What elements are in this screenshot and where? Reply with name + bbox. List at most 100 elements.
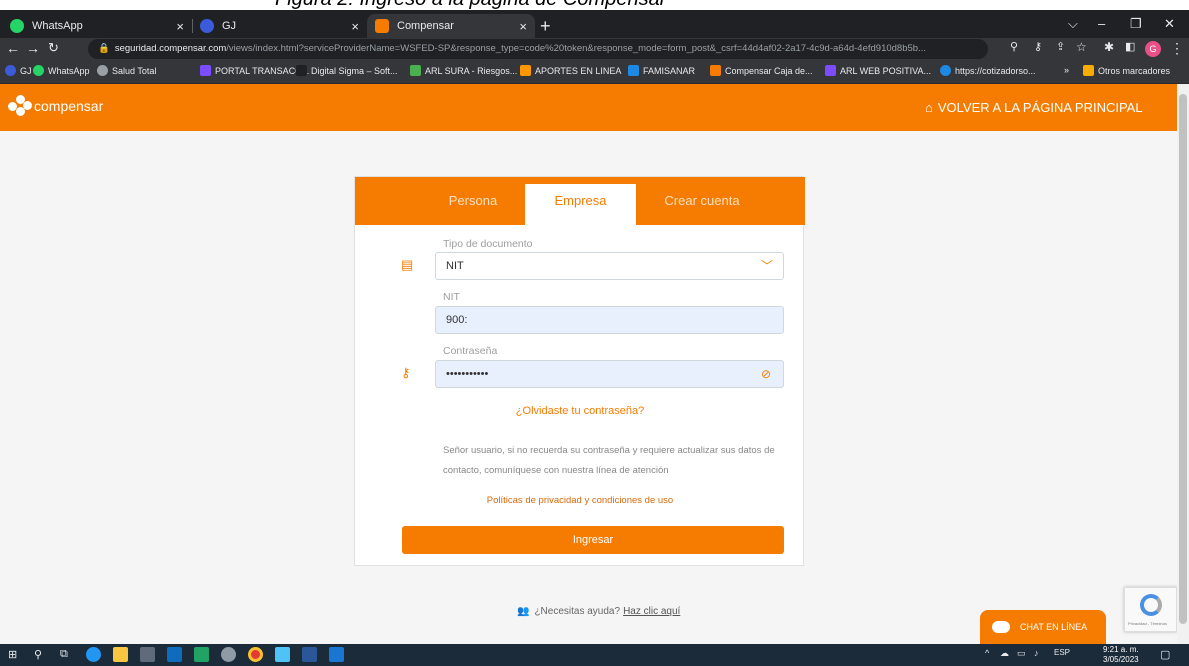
tab-crear-cuenta[interactable]: Crear cuenta bbox=[647, 184, 757, 225]
close-icon[interactable]: × bbox=[519, 19, 527, 34]
tray-arrow-icon[interactable]: ^ bbox=[985, 648, 989, 658]
tab-empresa[interactable]: Empresa bbox=[525, 184, 636, 225]
recaptcha-text: Privacidad - Términos bbox=[1128, 621, 1167, 626]
notifications-icon[interactable]: ▢ bbox=[1160, 648, 1170, 661]
nit-label: NIT bbox=[443, 291, 460, 303]
password-input[interactable]: ••••••••••• ⊘ bbox=[435, 360, 784, 388]
share-icon[interactable]: ⇪ bbox=[1056, 40, 1065, 53]
whatsapp-icon bbox=[10, 19, 24, 33]
bookmark-item[interactable]: Salud Total bbox=[97, 65, 156, 76]
tab-compensar[interactable]: Compensar × bbox=[367, 14, 535, 38]
logo-text: compensar bbox=[34, 98, 104, 114]
task-view-icon[interactable]: ⧉ bbox=[60, 648, 68, 661]
minimize-button[interactable]: – bbox=[1098, 16, 1105, 31]
app-icon[interactable] bbox=[275, 647, 290, 662]
menu-icon[interactable]: ⋮ bbox=[1170, 40, 1184, 57]
word-icon[interactable] bbox=[302, 647, 317, 662]
nit-value: 900: bbox=[446, 314, 468, 326]
recaptcha-icon bbox=[1140, 594, 1162, 616]
bookmarks-overflow-button[interactable]: » bbox=[1064, 65, 1069, 75]
tab-title: GJ bbox=[222, 20, 237, 32]
windows-start-icon[interactable]: ⊞ bbox=[8, 648, 17, 661]
chevron-down-icon[interactable]: ⌵ bbox=[1068, 16, 1078, 32]
sidepanel-icon[interactable]: ◧ bbox=[1125, 40, 1135, 53]
new-tab-button[interactable]: + bbox=[540, 16, 551, 37]
logo-dots-icon bbox=[8, 95, 32, 117]
bookmark-item[interactable]: Digital Sigma – Soft... bbox=[296, 65, 398, 76]
url-input[interactable]: 🔒 seguridad.compensar.com/views/index.htm… bbox=[88, 39, 988, 59]
bookmark-item[interactable]: Compensar Caja de... bbox=[710, 65, 813, 76]
figure-caption: Figura 2: Ingreso a la página de Compens… bbox=[0, 0, 1189, 10]
page-scrollbar[interactable] bbox=[1177, 84, 1189, 644]
bookmark-item[interactable]: WhatsApp bbox=[33, 65, 90, 76]
tab-title: WhatsApp bbox=[32, 20, 83, 32]
close-icon[interactable]: × bbox=[176, 19, 184, 34]
bookmark-item[interactable]: APORTES EN LINEA bbox=[520, 65, 621, 76]
positiva-icon bbox=[825, 65, 836, 76]
restore-button[interactable]: ❐ bbox=[1130, 16, 1142, 32]
help-link[interactable]: Haz clic aquí bbox=[623, 606, 680, 617]
home-link-label: VOLVER A LA PÁGINA PRINCIPAL bbox=[937, 100, 1143, 115]
close-window-button[interactable]: ✕ bbox=[1164, 16, 1175, 32]
tab-title: Compensar bbox=[397, 20, 454, 32]
password-label: Contraseña bbox=[443, 345, 498, 357]
bookmark-item[interactable]: PORTAL TRANSACC... bbox=[200, 65, 309, 76]
chat-button[interactable]: CHAT EN LÍNEA bbox=[980, 610, 1106, 644]
privacy-link[interactable]: Políticas de privacidad y condiciones de… bbox=[355, 495, 805, 506]
chat-label: CHAT EN LÍNEA bbox=[1020, 622, 1088, 632]
close-icon[interactable]: × bbox=[351, 19, 359, 34]
search-icon[interactable]: ⚲ bbox=[34, 648, 42, 661]
other-bookmarks-folder[interactable]: Otros marcadores bbox=[1083, 65, 1170, 76]
key-icon: ⚷ bbox=[401, 365, 411, 380]
login-button[interactable]: Ingresar bbox=[402, 526, 784, 554]
home-link[interactable]: ⌂ VOLVER A LA PÁGINA PRINCIPAL bbox=[925, 100, 1143, 115]
tab-whatsapp[interactable]: WhatsApp × bbox=[2, 14, 193, 38]
extensions-icon[interactable]: ✱ bbox=[1104, 40, 1114, 54]
bookmark-item[interactable]: ARL WEB POSITIVA... bbox=[825, 65, 931, 76]
profile-avatar[interactable]: G bbox=[1145, 41, 1161, 57]
password-value: ••••••••••• bbox=[446, 368, 489, 380]
lock-icon: 🔒 bbox=[98, 43, 110, 54]
eye-slash-icon[interactable]: ⊘ bbox=[761, 361, 771, 387]
reload-button[interactable]: ↻ bbox=[48, 40, 59, 56]
globe-icon bbox=[5, 65, 16, 76]
compensar-logo[interactable]: compensar bbox=[8, 95, 103, 117]
excel-icon[interactable] bbox=[194, 647, 209, 662]
volume-icon[interactable]: ♪ bbox=[1034, 648, 1039, 658]
chrome-icon[interactable] bbox=[248, 647, 263, 662]
outlook-icon[interactable] bbox=[167, 647, 182, 662]
calendar-icon[interactable] bbox=[329, 647, 344, 662]
help-text: ¿Necesitas ayuda? bbox=[534, 606, 621, 617]
back-button[interactable]: ← bbox=[6, 40, 20, 56]
bookmark-item[interactable]: https://cotizadorso... bbox=[940, 65, 1036, 76]
tab-persona[interactable]: Persona bbox=[423, 184, 523, 225]
bookmark-item[interactable]: FAMISANAR bbox=[628, 65, 695, 76]
recaptcha-badge[interactable]: Privacidad - Términos bbox=[1124, 587, 1177, 632]
paint-icon[interactable] bbox=[221, 647, 236, 662]
calculator-icon[interactable] bbox=[140, 647, 155, 662]
famisanar-icon bbox=[628, 65, 639, 76]
clock[interactable]: 9:21 a. m. 3/05/2023 bbox=[1103, 645, 1139, 665]
home-icon: ⌂ bbox=[925, 100, 933, 115]
forward-button[interactable]: → bbox=[26, 40, 40, 56]
onedrive-icon[interactable]: ☁ bbox=[1000, 648, 1009, 659]
taskbar: ⊞ ⚲ ⧉ ^ ☁ ▭ ♪ ESP 9:21 a. m. 3/05/2023 ▢ bbox=[0, 644, 1189, 666]
folder-icon bbox=[1083, 65, 1094, 76]
aportes-icon bbox=[520, 65, 531, 76]
doc-type-select[interactable]: NIT ﹀ bbox=[435, 252, 784, 280]
key-icon[interactable]: ⚷ bbox=[1034, 40, 1042, 53]
bookmarks-bar: GJ WhatsApp Salud Total PORTAL TRANSACC.… bbox=[0, 60, 1189, 84]
location-icon[interactable]: ⚲ bbox=[1010, 40, 1018, 53]
forgot-password-link[interactable]: ¿Olvidaste tu contraseña? bbox=[355, 405, 805, 417]
nit-input[interactable]: 900: bbox=[435, 306, 784, 334]
language-indicator[interactable]: ESP bbox=[1054, 648, 1070, 657]
file-explorer-icon[interactable] bbox=[113, 647, 128, 662]
star-icon[interactable]: ☆ bbox=[1076, 40, 1087, 54]
network-icon[interactable]: ▭ bbox=[1017, 648, 1026, 659]
bookmark-item[interactable]: GJ bbox=[5, 65, 32, 76]
skype-icon[interactable] bbox=[86, 647, 101, 662]
bookmark-item[interactable]: ARL SURA - Riesgos... bbox=[410, 65, 517, 76]
doc-type-label: Tipo de documento bbox=[443, 238, 533, 250]
tab-gj[interactable]: GJ × bbox=[192, 14, 367, 38]
clock-time: 9:21 a. m. bbox=[1103, 645, 1139, 654]
